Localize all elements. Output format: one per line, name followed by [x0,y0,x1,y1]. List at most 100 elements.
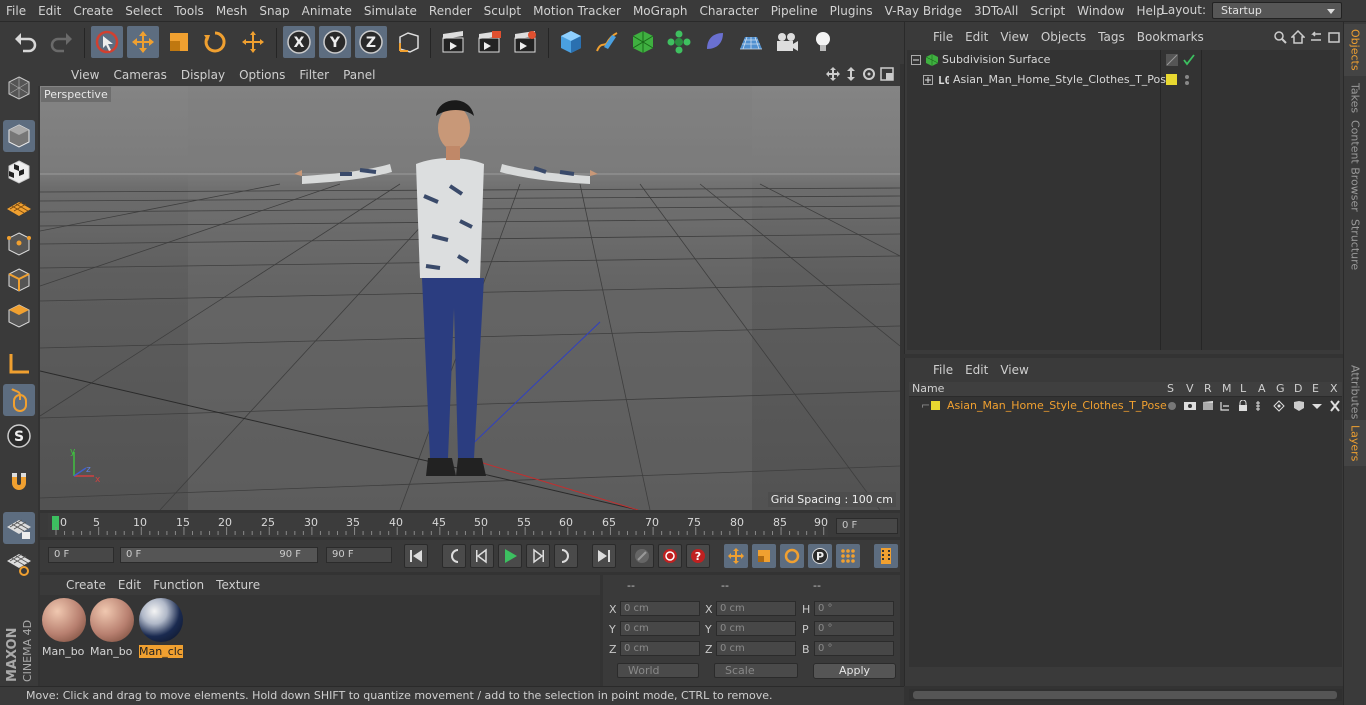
material-menu-edit[interactable]: Edit [112,578,147,592]
key-scale-button[interactable] [752,544,776,568]
objects-menu-file[interactable]: File [927,30,959,44]
objects-menu-edit[interactable]: Edit [959,30,994,44]
menu-vray-bridge[interactable]: V-Ray Bridge [879,4,968,18]
layer-flag-icons[interactable] [1167,400,1342,412]
light-button[interactable] [807,26,839,58]
back-arrow-icon[interactable] [1309,30,1323,44]
preview-range-slider[interactable]: 0 F 90 F [120,547,318,563]
axis-mode-button[interactable] [3,348,35,380]
workplane-mode-button[interactable] [3,192,35,224]
column-xrefs[interactable]: X [1330,382,1338,396]
column-view[interactable]: V [1186,382,1194,396]
position-z-field[interactable]: 0 cm [620,641,700,656]
tweak-mode-button[interactable] [3,384,35,416]
menu-file[interactable]: File [0,4,32,18]
layout-select[interactable]: Startup [1212,2,1342,19]
menu-mograph[interactable]: MoGraph [627,4,694,18]
material-menu-function[interactable]: Function [147,578,210,592]
subdivision-surface-button[interactable] [627,26,659,58]
layer-name[interactable]: Asian_Man_Home_Style_Clothes_T_Pose [947,397,1167,415]
menu-snap[interactable]: Snap [253,4,295,18]
tree-expand-icon[interactable] [923,75,933,85]
menu-motion-tracker[interactable]: Motion Tracker [527,4,627,18]
camera-button[interactable] [771,26,803,58]
layer-horizontal-scrollbar[interactable] [909,689,1342,701]
size-mode-dropdown[interactable]: Scale [714,663,798,678]
deformer-button[interactable] [699,26,731,58]
menu-simulate[interactable]: Simulate [358,4,423,18]
menu-window[interactable]: Window [1071,4,1130,18]
maximize-view-icon[interactable] [880,67,894,81]
record-position-button[interactable] [630,544,654,568]
new-window-icon[interactable] [1327,30,1341,44]
column-generators[interactable]: G [1276,382,1285,396]
column-name[interactable]: Name [912,382,944,396]
menu-script[interactable]: Script [1024,4,1071,18]
planar-workplane-button[interactable] [3,548,35,580]
undo-button[interactable] [10,26,42,58]
frame-ruler[interactable]: 0 5 10 15 20 25 30 35 40 45 50 55 60 65 … [48,513,828,537]
texture-mode-button[interactable] [3,156,35,188]
make-editable-button[interactable] [3,72,35,104]
pan-arrows-icon[interactable] [826,67,840,81]
autokeying-button[interactable]: ? [686,544,710,568]
timeline-window-button[interactable] [874,544,898,568]
rotation-h-field[interactable]: 0 ° [814,601,894,616]
menu-tools[interactable]: Tools [168,4,210,18]
layers-menu-file[interactable]: File [927,363,959,377]
menu-mesh[interactable]: Mesh [210,4,254,18]
object-row-subdivision[interactable]: Subdivision Surface [907,50,1340,70]
lock-workplane-button[interactable] [3,512,35,544]
live-selection-button[interactable] [91,26,123,58]
tab-layers[interactable]: Layers [1344,420,1366,466]
menu-3dtoall[interactable]: 3DToAll [968,4,1024,18]
key-parameter-button[interactable]: P [808,544,832,568]
menu-edit[interactable]: Edit [32,4,67,18]
menu-render[interactable]: Render [423,4,478,18]
key-position-button[interactable] [724,544,748,568]
menu-animate[interactable]: Animate [296,4,358,18]
material-swatch[interactable]: Man_bo [90,598,134,658]
render-settings-button[interactable] [509,26,541,58]
timeline-ruler[interactable]: 0 5 10 15 20 25 30 35 40 45 50 55 60 65 … [40,513,900,537]
z-axis-lock-button[interactable]: Z [355,26,387,58]
layer-row[interactable]: ⌐ Asian_Man_Home_Style_Clothes_T_Pose [909,397,1342,415]
objects-menu-objects[interactable]: Objects [1035,30,1092,44]
key-pla-button[interactable] [836,544,860,568]
column-expressions[interactable]: E [1312,382,1319,396]
next-frame-button[interactable] [526,544,550,568]
tab-structure[interactable]: Structure [1344,216,1366,274]
orbit-icon[interactable] [862,67,876,81]
tab-objects[interactable]: Objects [1344,24,1366,76]
tab-content-browser[interactable]: Content Browser [1344,120,1366,212]
enabled-check-icon[interactable] [1183,54,1195,66]
position-y-field[interactable]: 0 cm [620,621,700,636]
solo-mode-button[interactable]: S [3,420,35,452]
menu-sculpt[interactable]: Sculpt [478,4,527,18]
layer-color-swatch[interactable] [1166,74,1177,85]
tree-expand-icon[interactable] [911,55,921,65]
scale-tool-button[interactable] [163,26,195,58]
objects-menu-tags[interactable]: Tags [1092,30,1131,44]
spline-pen-button[interactable] [591,26,623,58]
objects-menu-bookmarks[interactable]: Bookmarks [1131,30,1210,44]
transform-tool-button[interactable] [237,26,269,58]
coordinate-system-button[interactable] [393,26,425,58]
menu-select[interactable]: Select [119,4,168,18]
size-z-field[interactable]: 0 cm [716,641,796,656]
material-swatch-selected[interactable]: Man_clc [139,598,183,658]
objects-menu-view[interactable]: View [994,30,1034,44]
scrollbar-thumb[interactable] [913,691,1337,699]
play-button[interactable] [498,544,522,568]
viewport-menu-display[interactable]: Display [174,68,232,82]
material-menu-texture[interactable]: Texture [210,578,266,592]
viewport-menu-cameras[interactable]: Cameras [106,68,173,82]
menu-plugins[interactable]: Plugins [824,4,879,18]
size-x-field[interactable]: 0 cm [716,601,796,616]
floor-environment-button[interactable] [735,26,767,58]
layers-menu-view[interactable]: View [994,363,1034,377]
record-active-objects-button[interactable] [658,544,682,568]
zoom-arrows-icon[interactable] [844,67,858,81]
home-icon[interactable] [1291,30,1305,44]
current-frame-field[interactable]: 0 F [836,518,898,534]
